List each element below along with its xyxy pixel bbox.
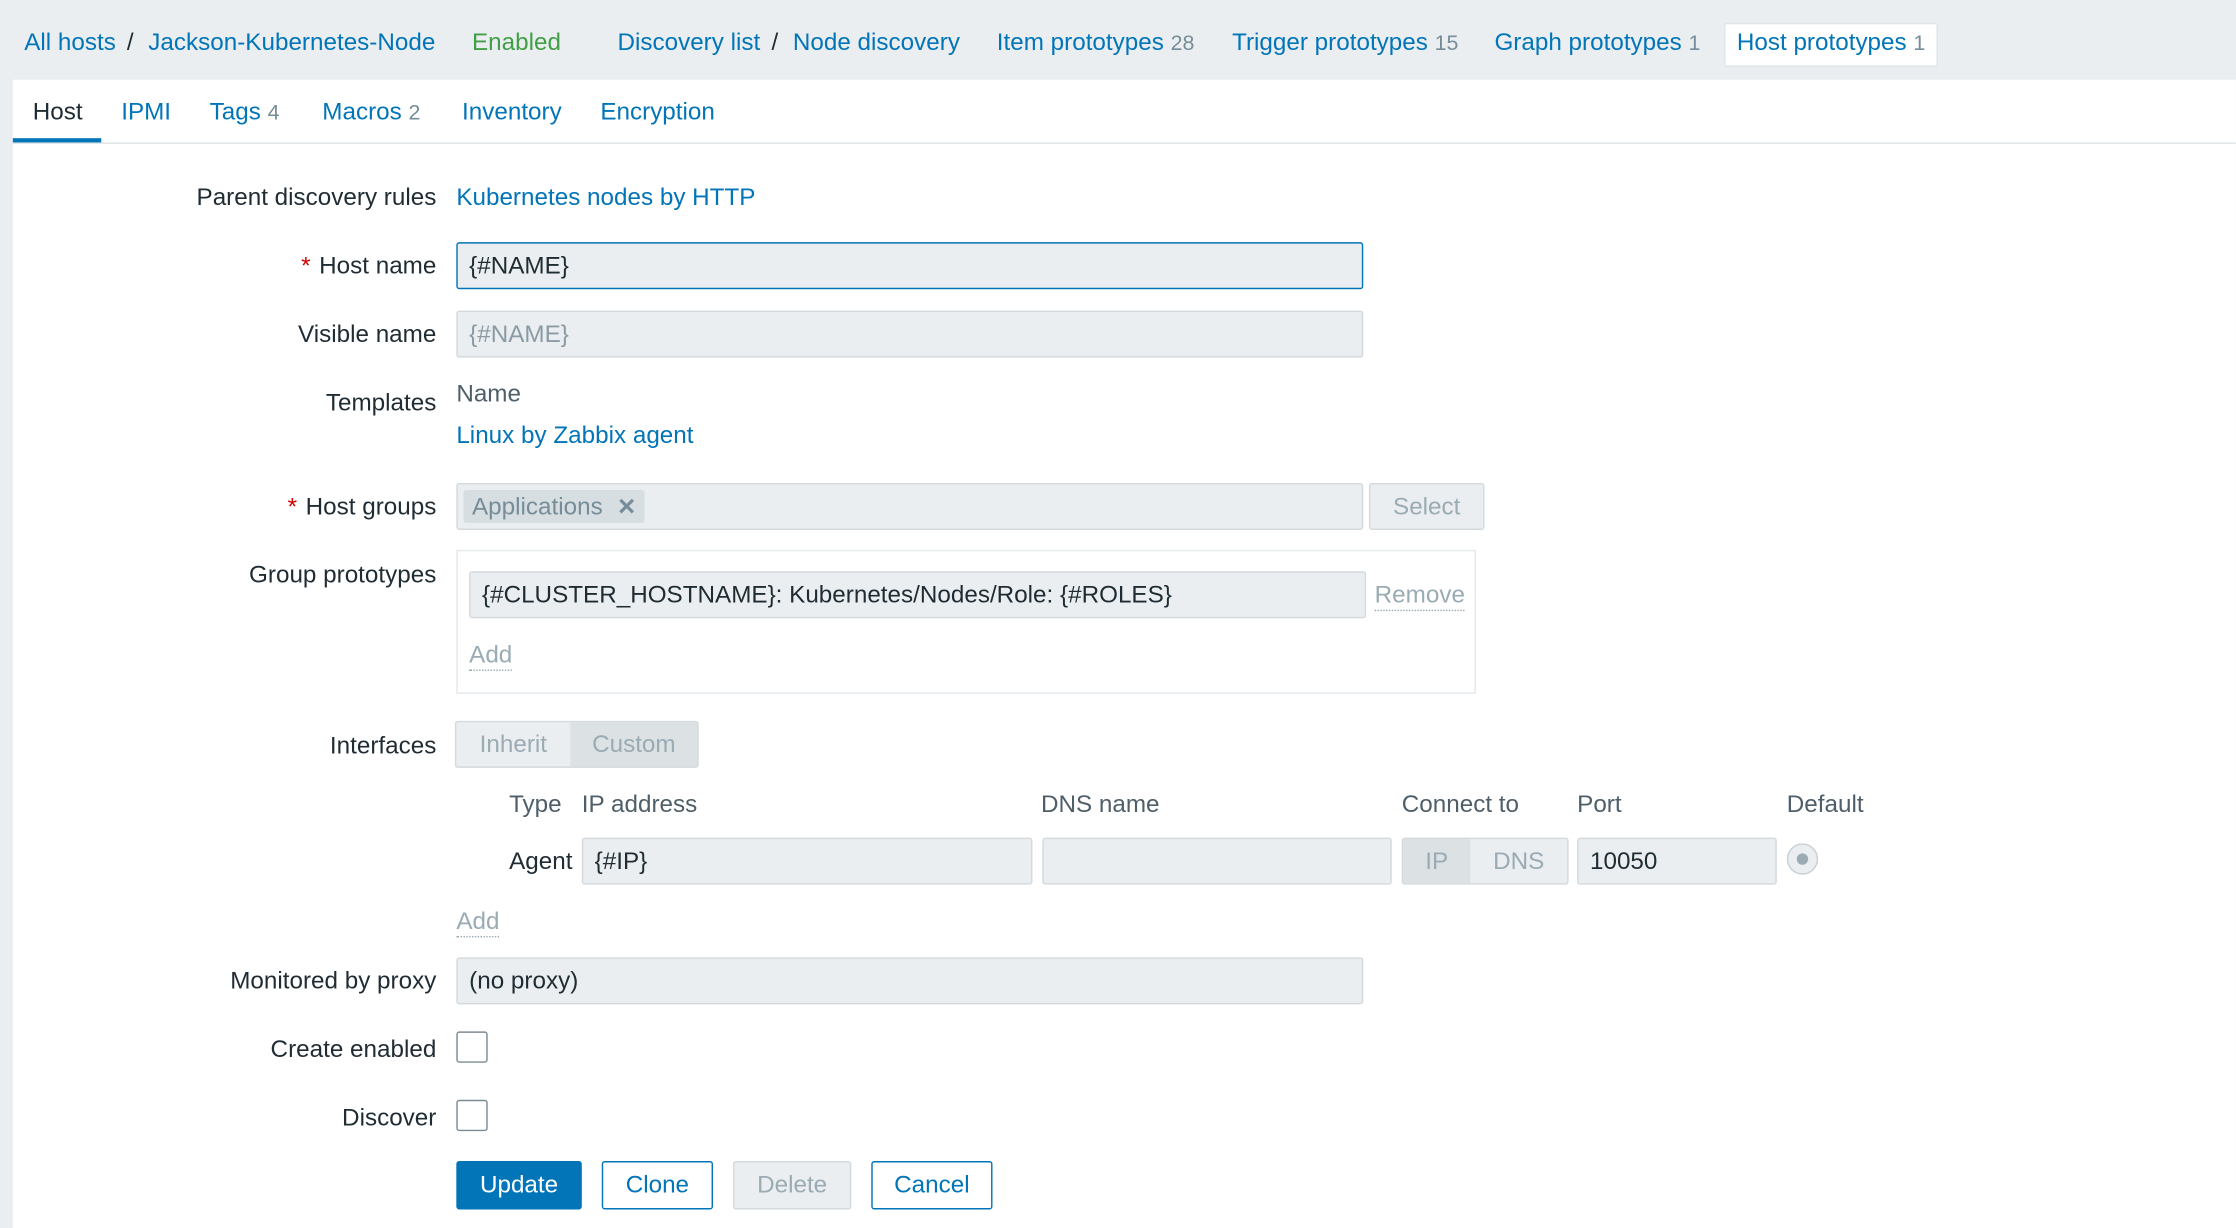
update-button[interactable]: Update bbox=[456, 1161, 582, 1210]
remove-group-prototype-link[interactable]: Remove bbox=[1374, 581, 1465, 612]
host-name-label-text: Host name bbox=[319, 252, 437, 280]
host-name-input[interactable]: {#NAME} bbox=[456, 242, 1364, 290]
nav-trigger-prototypes-count: 15 bbox=[1434, 31, 1459, 56]
nav-node-discovery[interactable]: Node discovery bbox=[793, 28, 960, 56]
col-type: Type bbox=[509, 790, 562, 818]
host-group-chip-label: Applications bbox=[472, 492, 603, 520]
tab-macros-label: Macros bbox=[322, 98, 402, 126]
discover-checkbox[interactable] bbox=[456, 1099, 488, 1132]
interface-dns-input[interactable] bbox=[1042, 837, 1392, 885]
nav-graph-prototypes[interactable]: Graph prototypes 1 bbox=[1494, 28, 1700, 56]
host-groups-multiselect[interactable]: Applications ✕ bbox=[456, 482, 1364, 530]
col-dns-name: DNS name bbox=[1040, 790, 1160, 818]
tab-host[interactable]: Host bbox=[33, 98, 83, 126]
nav-all-hosts[interactable]: All hosts bbox=[24, 28, 116, 56]
select-host-groups-button[interactable]: Select bbox=[1368, 482, 1485, 530]
visible-name-label: Visible name bbox=[297, 320, 437, 348]
nav-graph-prototypes-label: Graph prototypes bbox=[1494, 28, 1682, 56]
nav-host-prototypes-count: 1 bbox=[1913, 31, 1926, 56]
page: All hosts / Jackson-Kubernetes-Node Enab… bbox=[0, 0, 2236, 1228]
col-port: Port bbox=[1577, 790, 1622, 818]
group-prototype-input[interactable]: {#CLUSTER_HOSTNAME}: Kubernetes/Nodes/Ro… bbox=[469, 571, 1367, 619]
interfaces-label: Interfaces bbox=[329, 732, 437, 760]
required-marker: * bbox=[287, 492, 298, 520]
parent-discovery-rule-link[interactable]: Kubernetes nodes by HTTP bbox=[456, 184, 755, 212]
nav-item-prototypes[interactable]: Item prototypes 28 bbox=[997, 28, 1195, 56]
clone-button[interactable]: Clone bbox=[601, 1161, 713, 1210]
proxy-select[interactable]: (no proxy) bbox=[456, 957, 1364, 1005]
interfaces-mode-custom[interactable]: Custom bbox=[570, 722, 698, 767]
host-prototype-form: Host IPMI Tags 4 Macros 2 Inventory Encr… bbox=[12, 79, 2236, 1228]
host-groups-label-text: Host groups bbox=[305, 492, 437, 520]
proxy-label: Monitored by proxy bbox=[230, 967, 437, 995]
interface-connect-toggle: IP DNS bbox=[1401, 837, 1569, 885]
interfaces-table-header: Type IP address DNS name Connect to Port… bbox=[13, 791, 2236, 834]
nav-host-prototypes[interactable]: Host prototypes 1 bbox=[1737, 28, 1925, 56]
connect-ip-option[interactable]: IP bbox=[1403, 839, 1471, 884]
host-status-enabled[interactable]: Enabled bbox=[472, 28, 561, 56]
active-tab-indicator bbox=[12, 138, 102, 143]
interfaces-mode-inherit[interactable]: Inherit bbox=[456, 722, 570, 766]
parent-discovery-rules-label: Parent discovery rules bbox=[196, 183, 437, 211]
discover-label: Discover bbox=[342, 1104, 437, 1132]
nav-item-prototypes-count: 28 bbox=[1170, 31, 1195, 56]
visible-name-input[interactable]: {#NAME} bbox=[456, 310, 1364, 358]
add-group-prototype-link[interactable]: Add bbox=[469, 641, 513, 671]
group-prototypes-label: Group prototypes bbox=[249, 561, 437, 589]
tab-tags-count: 4 bbox=[267, 101, 280, 126]
interfaces-mode-toggle: Inherit Custom bbox=[454, 720, 699, 768]
templates-column-name: Name bbox=[456, 380, 522, 408]
create-enabled-label: Create enabled bbox=[270, 1035, 437, 1063]
nav-graph-prototypes-count: 1 bbox=[1688, 31, 1701, 56]
required-marker: * bbox=[301, 252, 311, 280]
nav-trigger-prototypes-label: Trigger prototypes bbox=[1232, 28, 1428, 56]
add-interface-link[interactable]: Add bbox=[456, 907, 500, 938]
nav-discovery-list[interactable]: Discovery list bbox=[617, 28, 760, 56]
tab-inventory[interactable]: Inventory bbox=[462, 98, 562, 126]
tab-encryption[interactable]: Encryption bbox=[600, 98, 715, 126]
templates-label: Templates bbox=[325, 388, 437, 416]
nav-trigger-prototypes[interactable]: Trigger prototypes 15 bbox=[1232, 28, 1458, 56]
tab-tags-label: Tags bbox=[209, 98, 261, 126]
tab-tags[interactable]: Tags 4 bbox=[210, 98, 280, 126]
template-link[interactable]: Linux by Zabbix agent bbox=[456, 422, 693, 450]
interface-ip-input[interactable]: {#IP} bbox=[581, 837, 1033, 885]
visible-name-placeholder: {#NAME} bbox=[469, 320, 569, 348]
delete-button[interactable]: Delete bbox=[732, 1161, 852, 1210]
nav-item-prototypes-label: Item prototypes bbox=[996, 28, 1164, 56]
tab-ipmi[interactable]: IPMI bbox=[121, 98, 171, 126]
breadcrumb-separator: / bbox=[126, 28, 134, 56]
interface-default-radio[interactable] bbox=[1786, 843, 1819, 875]
host-name-label: * Host name bbox=[301, 252, 436, 280]
nav-host-name[interactable]: Jackson-Kubernetes-Node bbox=[148, 28, 435, 56]
remove-chip-icon[interactable]: ✕ bbox=[617, 492, 636, 520]
tab-macros-count: 2 bbox=[408, 101, 421, 126]
host-groups-label: * Host groups bbox=[288, 493, 437, 521]
breadcrumb-separator: / bbox=[771, 28, 779, 56]
connect-dns-option[interactable]: DNS bbox=[1470, 839, 1567, 883]
col-ip-address: IP address bbox=[581, 790, 698, 818]
interface-port-input[interactable]: 10050 bbox=[1577, 837, 1777, 885]
tab-macros[interactable]: Macros 2 bbox=[322, 98, 420, 126]
cancel-button[interactable]: Cancel bbox=[871, 1161, 993, 1210]
host-group-chip: Applications ✕ bbox=[463, 490, 645, 523]
nav-host-prototypes-label: Host prototypes bbox=[1736, 28, 1907, 56]
col-connect-to: Connect to bbox=[1401, 790, 1520, 818]
interface-type-agent: Agent bbox=[509, 847, 573, 875]
host-navigation: All hosts / Jackson-Kubernetes-Node Enab… bbox=[0, 0, 2236, 80]
create-enabled-checkbox[interactable] bbox=[456, 1031, 488, 1063]
form-tabs: Host IPMI Tags 4 Macros 2 Inventory Encr… bbox=[12, 80, 2236, 144]
col-default: Default bbox=[1786, 790, 1864, 818]
